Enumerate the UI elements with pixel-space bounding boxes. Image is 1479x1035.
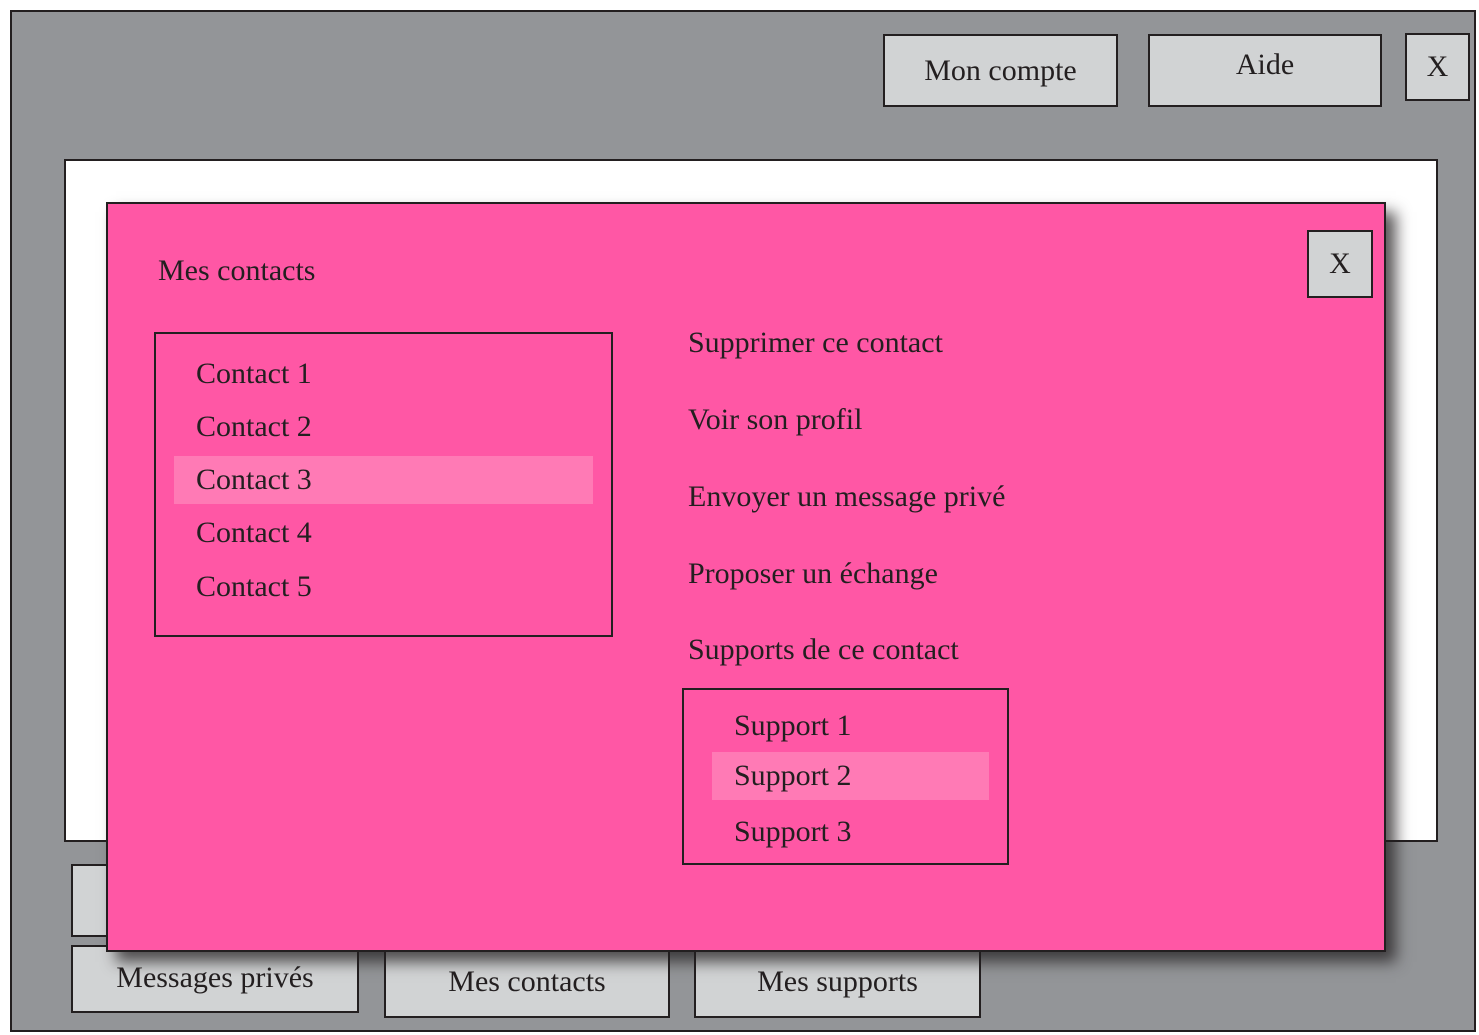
supports-heading: Supports de ce contact <box>688 633 959 666</box>
contact-item[interactable]: Contact 5 <box>174 563 593 611</box>
contacts-list[interactable]: Contact 1 Contact 2 Contact 3 Contact 4 … <box>154 332 613 637</box>
send-private-message-link[interactable]: Envoyer un message privé <box>688 480 1005 514</box>
supports-list[interactable]: Support 1 Support 2 Support 3 <box>682 688 1009 865</box>
contact-item[interactable]: Contact 4 <box>174 509 593 557</box>
modal-close-button[interactable]: X <box>1307 230 1373 298</box>
support-item-selected[interactable]: Support 2 <box>712 752 989 800</box>
modal-title: Mes contacts <box>158 254 316 287</box>
my-supports-button[interactable]: Mes supports <box>694 945 981 1018</box>
propose-exchange-link[interactable]: Proposer un échange <box>688 557 938 591</box>
account-button[interactable]: Mon compte <box>883 34 1118 107</box>
my-contacts-button[interactable]: Mes contacts <box>384 945 670 1018</box>
delete-contact-link[interactable]: Supprimer ce contact <box>688 326 943 360</box>
support-item[interactable]: Support 3 <box>712 808 989 856</box>
view-profile-link[interactable]: Voir son profil <box>688 403 862 437</box>
app-close-button[interactable]: X <box>1405 33 1470 101</box>
contacts-modal: Mes contacts X Contact 1 Contact 2 Conta… <box>106 202 1386 952</box>
private-messages-button[interactable]: Messages privés <box>71 945 359 1013</box>
contact-item[interactable]: Contact 2 <box>174 403 593 451</box>
contact-item[interactable]: Contact 1 <box>174 350 593 398</box>
help-button[interactable]: Aide <box>1148 34 1382 107</box>
support-item[interactable]: Support 1 <box>712 702 989 750</box>
contact-item-selected[interactable]: Contact 3 <box>174 456 593 504</box>
